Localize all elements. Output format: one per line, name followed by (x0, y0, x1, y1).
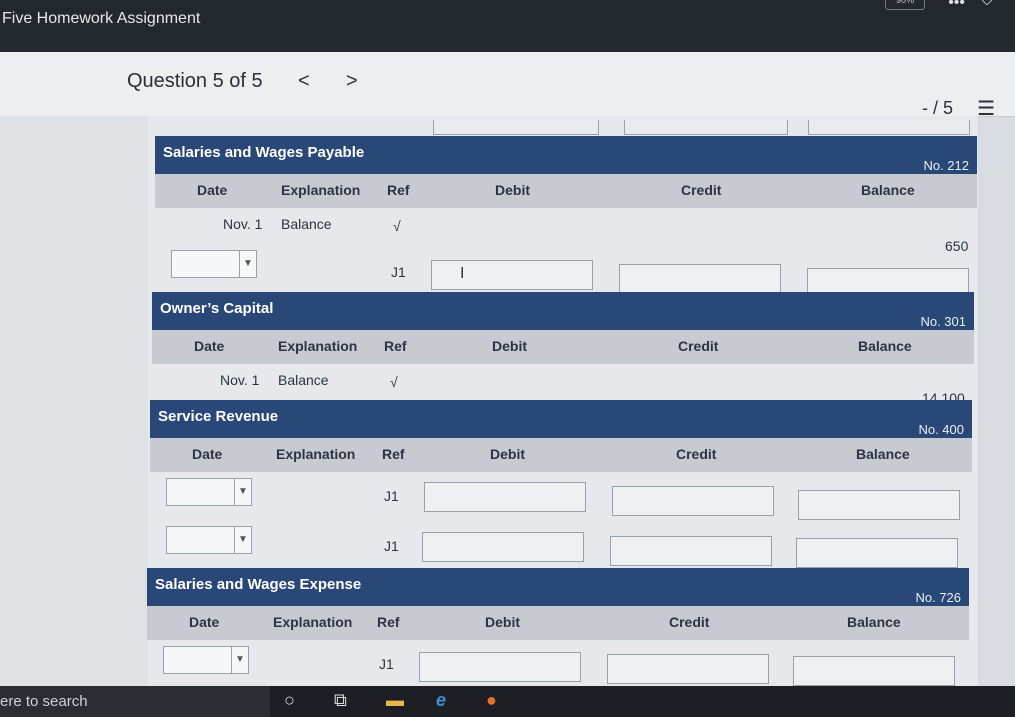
left-margin (0, 116, 150, 686)
previous-credit-input[interactable] (624, 120, 788, 135)
chevron-left-icon[interactable]: < (298, 70, 310, 93)
account-header-service-revenue: Service Revenue No. 400 (150, 400, 972, 438)
date-select[interactable]: ▼ (166, 478, 252, 506)
account-number: No. 726 (915, 590, 961, 605)
col-ref: Ref (377, 614, 400, 630)
column-header-row: Date Explanation Ref Debit Credit Balanc… (155, 174, 977, 208)
question-bar: Question 5 of 5 < > - / 5 ☰ (0, 52, 1015, 120)
window-titlebar: Five Homework Assignment 90% ••• ⛉ (0, 0, 1015, 52)
column-header-row: Date Explanation Ref Debit Credit Balanc… (150, 438, 972, 472)
dropdown-arrow-icon: ▼ (234, 479, 251, 505)
col-balance: Balance (856, 446, 910, 462)
balance-input[interactable] (798, 490, 960, 520)
account-number: No. 301 (920, 314, 966, 329)
zoom-indicator[interactable]: 90% (885, 0, 925, 10)
firefox-icon[interactable]: ● (486, 690, 497, 711)
row-ref: √ (390, 374, 398, 390)
file-explorer-icon[interactable]: ▬ (386, 690, 404, 711)
date-select[interactable]: ▼ (166, 526, 252, 554)
account-number: No. 400 (918, 422, 964, 437)
account-name: Owner’s Capital (160, 300, 274, 317)
debit-input[interactable] (424, 482, 586, 512)
account-number: No. 212 (923, 158, 969, 173)
col-date: Date (192, 446, 223, 462)
date-select[interactable]: ▼ (171, 250, 257, 278)
col-ref: Ref (382, 446, 405, 462)
account-name: Service Revenue (158, 408, 279, 425)
row-ref: J1 (391, 264, 406, 280)
account-header-owners-capital: Owner’s Capital No. 301 (152, 292, 974, 330)
windows-taskbar: ere to search ○ ⧉ ▬ e ● (0, 686, 1015, 717)
row-date: Nov. 1 (223, 216, 263, 232)
debit-input[interactable] (422, 532, 584, 562)
credit-input[interactable] (607, 654, 769, 684)
dropdown-arrow-icon: ▼ (234, 527, 251, 553)
chevron-right-icon[interactable]: > (346, 70, 358, 93)
edge-icon[interactable]: e (436, 690, 446, 711)
col-date: Date (189, 614, 220, 630)
col-balance: Balance (861, 182, 915, 198)
balance-input[interactable] (796, 538, 958, 568)
question-title: Question 5 of 5 (127, 70, 263, 92)
ledger-row: ▼ J1 (147, 644, 969, 686)
row-explanation: Balance (278, 372, 329, 388)
task-view-icon[interactable]: ⧉ (334, 690, 347, 711)
account-name: Salaries and Wages Expense (155, 576, 362, 593)
dropdown-arrow-icon: ▼ (239, 251, 256, 277)
credit-input[interactable] (619, 264, 781, 294)
col-credit: Credit (669, 614, 710, 630)
account-header-salaries-wages-expense: Salaries and Wages Expense No. 726 (147, 568, 969, 606)
row-ref: J1 (379, 656, 394, 672)
previous-balance-input[interactable] (808, 120, 970, 135)
col-date: Date (194, 338, 225, 354)
debit-input[interactable]: I (431, 260, 593, 290)
row-ref: J1 (384, 538, 399, 554)
taskbar-search[interactable]: ere to search (0, 686, 270, 717)
col-debit: Debit (490, 446, 525, 462)
window-title: Five Homework Assignment (2, 10, 201, 27)
row-ref: √ (393, 218, 401, 234)
dropdown-arrow-icon: ▼ (231, 647, 248, 673)
account-header-salaries-wages-payable: Salaries and Wages Payable No. 212 (155, 136, 977, 174)
shield-icon[interactable]: ⛉ (981, 0, 993, 10)
credit-input[interactable] (610, 536, 772, 566)
ledger-row: ▼ J1 (150, 524, 972, 572)
row-date: Nov. 1 (220, 372, 260, 388)
column-header-row: Date Explanation Ref Debit Credit Balanc… (147, 606, 969, 640)
col-date: Date (197, 182, 228, 198)
ledger-row: Nov. 1 Balance √ 650 (155, 208, 977, 256)
col-credit: Credit (678, 338, 719, 354)
col-ref: Ref (384, 338, 407, 354)
more-icon[interactable]: ••• (948, 0, 965, 12)
row-explanation: Balance (281, 216, 332, 232)
row-balance: 650 (945, 238, 969, 254)
balance-input[interactable] (793, 656, 955, 686)
text-cursor-icon: I (460, 265, 465, 282)
col-debit: Debit (495, 182, 530, 198)
column-header-row: Date Explanation Ref Debit Credit Balanc… (152, 330, 974, 364)
previous-debit-input[interactable] (433, 120, 599, 135)
col-explanation: Explanation (281, 182, 361, 198)
col-ref: Ref (387, 182, 410, 198)
col-credit: Credit (676, 446, 717, 462)
col-debit: Debit (485, 614, 520, 630)
col-balance: Balance (858, 338, 912, 354)
account-name: Salaries and Wages Payable (163, 144, 365, 161)
date-select[interactable]: ▼ (163, 646, 249, 674)
list-icon[interactable]: ☰ (977, 96, 995, 121)
ledger-row: ▼ J1 (150, 476, 972, 524)
credit-input[interactable] (612, 486, 774, 516)
col-explanation: Explanation (276, 446, 356, 462)
col-credit: Credit (681, 182, 722, 198)
col-debit: Debit (492, 338, 527, 354)
col-balance: Balance (847, 614, 901, 630)
debit-input[interactable] (419, 652, 581, 682)
row-ref: J1 (384, 488, 399, 504)
col-explanation: Explanation (273, 614, 353, 630)
cortana-circle-icon[interactable]: ○ (284, 690, 295, 711)
col-explanation: Explanation (278, 338, 358, 354)
